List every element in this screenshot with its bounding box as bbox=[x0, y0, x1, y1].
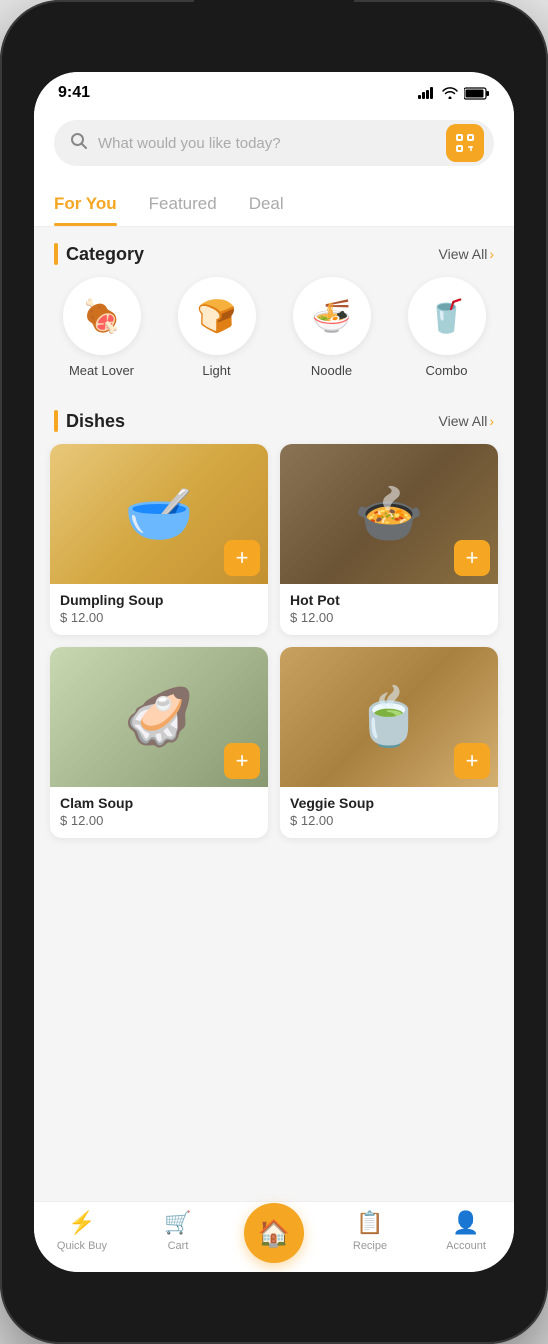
tab-deal[interactable]: Deal bbox=[249, 184, 284, 226]
dishes-grid: 🥣 + Dumpling Soup $ 12.00 🍲 + Ho bbox=[34, 444, 514, 854]
dish-name-veggie-soup: Veggie Soup bbox=[290, 795, 488, 811]
tab-for-you[interactable]: For You bbox=[54, 184, 117, 226]
dish-price-dumpling-soup: $ 12.00 bbox=[60, 610, 258, 625]
quick-buy-label: Quick Buy bbox=[57, 1240, 107, 1252]
signal-icon bbox=[418, 87, 436, 99]
dish-info-dumpling-soup: Dumpling Soup $ 12.00 bbox=[50, 584, 268, 635]
status-time: 9:41 bbox=[58, 84, 90, 102]
nav-account[interactable]: 👤 Account bbox=[418, 1210, 514, 1252]
category-icon-combo: 🥤 bbox=[408, 277, 486, 355]
dish-info-veggie-soup: Veggie Soup $ 12.00 bbox=[280, 787, 498, 838]
account-label: Account bbox=[446, 1240, 486, 1252]
tabs-section: For You Featured Deal bbox=[34, 180, 514, 227]
dish-card-dumpling-soup[interactable]: 🥣 + Dumpling Soup $ 12.00 bbox=[50, 444, 268, 635]
category-label-light: Light bbox=[202, 363, 230, 378]
category-combo[interactable]: 🥤 Combo bbox=[402, 277, 492, 378]
dish-price-hot-pot: $ 12.00 bbox=[290, 610, 488, 625]
quick-buy-icon: ⚡ bbox=[68, 1210, 95, 1236]
dish-info-clam-soup: Clam Soup $ 12.00 bbox=[50, 787, 268, 838]
search-bar[interactable]: What would you like today? bbox=[54, 120, 494, 166]
category-noodle[interactable]: 🍜 Noodle bbox=[287, 277, 377, 378]
dish-image-veggie-soup: 🍵 + bbox=[280, 647, 498, 787]
dishes-view-all[interactable]: View All › bbox=[439, 413, 494, 429]
category-grid: 🍖 Meat Lover 🍞 Light 🍜 Noodle 🥤 Combo bbox=[34, 277, 514, 394]
recipe-icon: 📋 bbox=[356, 1210, 383, 1236]
search-section: What would you like today? bbox=[34, 108, 514, 180]
category-icon-light: 🍞 bbox=[178, 277, 256, 355]
dish-card-clam-soup[interactable]: 🦪 + Clam Soup $ 12.00 bbox=[50, 647, 268, 838]
tab-featured[interactable]: Featured bbox=[149, 184, 217, 226]
add-veggie-soup-button[interactable]: + bbox=[454, 743, 490, 779]
dish-info-hot-pot: Hot Pot $ 12.00 bbox=[280, 584, 498, 635]
wifi-icon bbox=[442, 87, 458, 99]
nav-cart[interactable]: 🛒 Cart bbox=[130, 1210, 226, 1252]
category-header: Category View All › bbox=[34, 227, 514, 277]
battery-icon bbox=[464, 87, 490, 100]
chevron-right-icon-dishes: › bbox=[489, 413, 494, 429]
dishes-header: Dishes View All › bbox=[34, 394, 514, 444]
category-icon-meat-lover: 🍖 bbox=[63, 277, 141, 355]
home-icon: 🏠 bbox=[258, 1218, 290, 1249]
add-hot-pot-button[interactable]: + bbox=[454, 540, 490, 576]
dish-image-dumpling-soup: 🥣 + bbox=[50, 444, 268, 584]
cart-label: Cart bbox=[168, 1240, 189, 1252]
dish-name-hot-pot: Hot Pot bbox=[290, 592, 488, 608]
status-bar: 9:41 bbox=[34, 72, 514, 108]
category-light[interactable]: 🍞 Light bbox=[172, 277, 262, 378]
cart-icon: 🛒 bbox=[164, 1210, 191, 1236]
category-icon-noodle: 🍜 bbox=[293, 277, 371, 355]
dish-price-clam-soup: $ 12.00 bbox=[60, 813, 258, 828]
category-label-noodle: Noodle bbox=[311, 363, 352, 378]
recipe-label: Recipe bbox=[353, 1240, 387, 1252]
nav-quick-buy[interactable]: ⚡ Quick Buy bbox=[34, 1210, 130, 1252]
dish-card-hot-pot[interactable]: 🍲 + Hot Pot $ 12.00 bbox=[280, 444, 498, 635]
dish-image-clam-soup: 🦪 + bbox=[50, 647, 268, 787]
search-placeholder: What would you like today? bbox=[98, 135, 436, 152]
dish-name-clam-soup: Clam Soup bbox=[60, 795, 258, 811]
phone-frame: 9:41 bbox=[0, 0, 548, 1344]
category-label-meat-lover: Meat Lover bbox=[69, 363, 134, 378]
dishes-title: Dishes bbox=[54, 410, 125, 432]
category-title: Category bbox=[54, 243, 144, 265]
nav-home-button[interactable]: 🏠 bbox=[244, 1203, 304, 1263]
bottom-nav: ⚡ Quick Buy 🛒 Cart 🏠 📋 Recipe 👤 Account bbox=[34, 1201, 514, 1272]
dish-price-veggie-soup: $ 12.00 bbox=[290, 813, 488, 828]
dish-name-dumpling-soup: Dumpling Soup bbox=[60, 592, 258, 608]
add-clam-soup-button[interactable]: + bbox=[224, 743, 260, 779]
status-icons bbox=[418, 87, 490, 100]
scan-button[interactable] bbox=[446, 124, 484, 162]
dish-image-hot-pot: 🍲 + bbox=[280, 444, 498, 584]
category-label-combo: Combo bbox=[426, 363, 468, 378]
chevron-right-icon: › bbox=[489, 246, 494, 262]
dish-card-veggie-soup[interactable]: 🍵 + Veggie Soup $ 12.00 bbox=[280, 647, 498, 838]
phone-screen: 9:41 bbox=[34, 72, 514, 1272]
add-dumpling-soup-button[interactable]: + bbox=[224, 540, 260, 576]
account-icon: 👤 bbox=[452, 1210, 479, 1236]
nav-recipe[interactable]: 📋 Recipe bbox=[322, 1210, 418, 1252]
category-view-all[interactable]: View All › bbox=[439, 246, 494, 262]
search-icon bbox=[70, 132, 88, 155]
main-content: Category View All › 🍖 Meat Lover 🍞 Light… bbox=[34, 227, 514, 1201]
category-meat-lover[interactable]: 🍖 Meat Lover bbox=[57, 277, 147, 378]
